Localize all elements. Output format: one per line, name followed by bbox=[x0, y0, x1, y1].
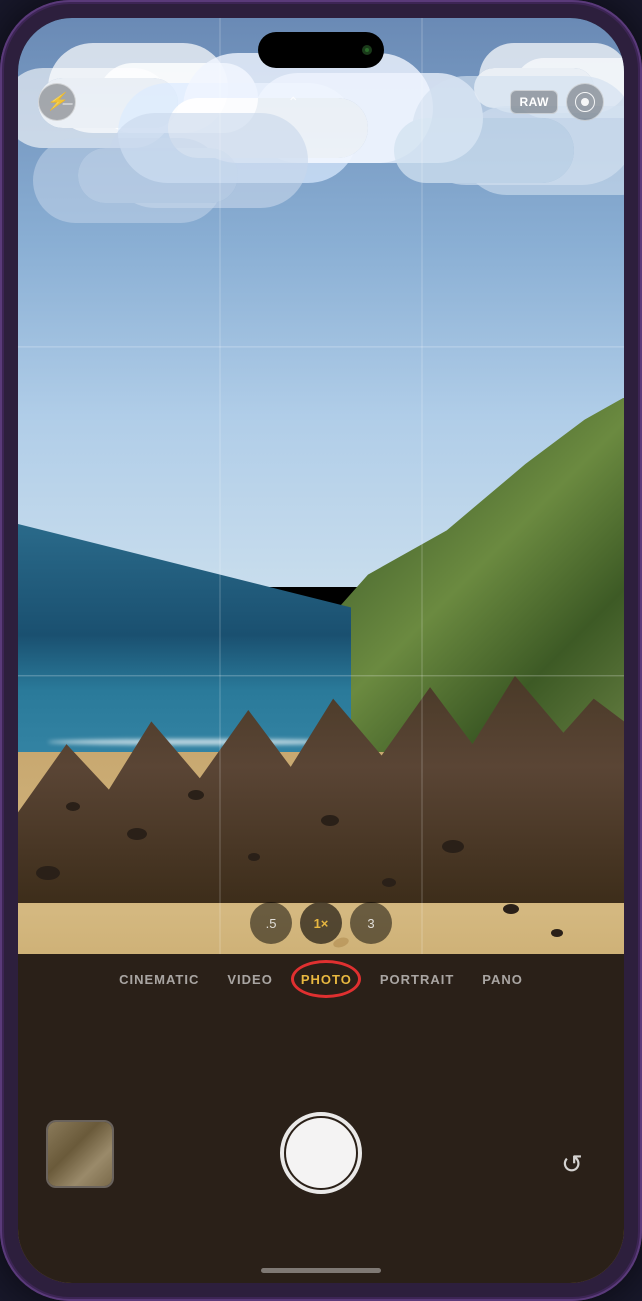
thumbnail-image bbox=[48, 1122, 112, 1186]
live-dot-outer bbox=[575, 92, 595, 112]
photo-selected-circle bbox=[291, 960, 361, 998]
right-controls: RAW bbox=[510, 83, 604, 121]
rock-5 bbox=[321, 815, 339, 826]
dynamic-island bbox=[258, 32, 384, 68]
shutter-inner bbox=[286, 1118, 356, 1188]
phone-frame: ⚡̶ ⌃ RAW .5 1× bbox=[0, 0, 642, 1301]
cloud-5 bbox=[394, 118, 574, 183]
shutter-area: ↺ bbox=[18, 1112, 624, 1194]
zoom-3x-button[interactable]: 3 bbox=[350, 902, 392, 944]
mode-selector: CINEMATIC VIDEO PHOTO PORTRAIT PANO bbox=[18, 954, 624, 1005]
raw-button[interactable]: RAW bbox=[510, 90, 558, 114]
flash-off-icon: ⚡̶ bbox=[46, 92, 67, 112]
live-dot-inner bbox=[581, 98, 589, 106]
flip-icon: ↺ bbox=[561, 1149, 583, 1180]
chevron-up-icon[interactable]: ⌃ bbox=[287, 94, 299, 111]
top-controls: ⚡̶ ⌃ RAW bbox=[18, 83, 624, 121]
screen: ⚡̶ ⌃ RAW .5 1× bbox=[18, 18, 624, 1283]
zoom-3-label: 3 bbox=[367, 916, 374, 931]
flip-camera-button[interactable]: ↺ bbox=[548, 1140, 596, 1188]
mode-pano[interactable]: PANO bbox=[480, 968, 525, 991]
home-indicator bbox=[261, 1268, 381, 1273]
shutter-button[interactable] bbox=[280, 1112, 362, 1194]
rock-3 bbox=[188, 790, 204, 800]
zoom-1x-label: 1× bbox=[314, 916, 329, 931]
top-center-controls: ⌃ bbox=[287, 94, 299, 111]
mode-video[interactable]: VIDEO bbox=[225, 968, 274, 991]
zoom-05-label: .5 bbox=[266, 916, 277, 931]
flash-button[interactable]: ⚡̶ bbox=[38, 83, 76, 121]
zoom-controls: .5 1× 3 bbox=[18, 902, 624, 954]
zoom-1x-button[interactable]: 1× bbox=[300, 902, 342, 944]
cloud-4 bbox=[78, 148, 238, 203]
live-photo-button[interactable] bbox=[566, 83, 604, 121]
mode-photo[interactable]: PHOTO bbox=[299, 968, 354, 991]
zoom-05-button[interactable]: .5 bbox=[250, 902, 292, 944]
rock-2 bbox=[127, 828, 147, 840]
rock-6 bbox=[382, 878, 396, 887]
rock-9 bbox=[36, 866, 60, 880]
mode-cinematic[interactable]: CINEMATIC bbox=[117, 968, 201, 991]
mode-portrait[interactable]: PORTRAIT bbox=[378, 968, 456, 991]
last-photo-thumbnail[interactable] bbox=[46, 1120, 114, 1188]
front-camera-dot bbox=[362, 45, 372, 55]
